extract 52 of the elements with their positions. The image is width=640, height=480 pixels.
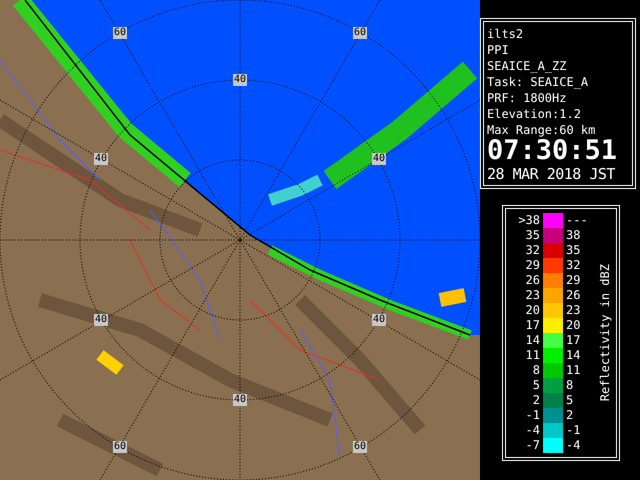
legend-high-value: 8 <box>566 378 574 393</box>
legend-high-value: -4 <box>566 438 582 453</box>
legend-low-value: 5 <box>532 378 540 393</box>
legend-low-value: 20 <box>524 303 540 318</box>
legend-low-value: -1 <box>524 408 540 423</box>
range-label: 60 <box>352 27 368 39</box>
range-label: 60 <box>112 27 128 39</box>
legend-title: Reflectivity in dBZ <box>597 264 613 402</box>
legend-low-value: 11 <box>524 348 540 363</box>
legend-low-value: -4 <box>524 423 540 438</box>
legend-low-value: >38 <box>517 213 540 228</box>
legend-high-value: 35 <box>566 243 582 258</box>
legend-low-value: 23 <box>524 288 540 303</box>
legend-high-value: 26 <box>566 288 582 303</box>
range-label: 40 <box>94 153 108 165</box>
info-text: PPI <box>487 42 510 58</box>
info-text: SEAICE_A_ZZ <box>487 58 568 74</box>
range-label: 40 <box>232 74 248 86</box>
info-text: Task: SEAICE_A <box>487 74 590 90</box>
date-text: 28 MAR 2018 JST <box>487 164 616 184</box>
info-text: Max Range:60 km <box>487 122 596 138</box>
legend-high-value: 23 <box>566 303 582 318</box>
legend-high-value: 29 <box>566 273 582 288</box>
info-text: PRF: 1800Hz <box>487 90 568 106</box>
range-label: 60 <box>352 441 368 453</box>
legend-high-value: 5 <box>566 393 574 408</box>
info-text: ilts2 <box>487 26 524 42</box>
legend-low-value: 17 <box>524 318 540 333</box>
time-text: 07:30:51 <box>487 138 618 164</box>
legend-high-value: 32 <box>566 258 582 273</box>
info-text: Elevation:1.2 <box>487 106 582 122</box>
legend-high-value: 11 <box>566 363 582 378</box>
legend-high-value: 17 <box>566 333 582 348</box>
legend-low-value: 14 <box>524 333 540 348</box>
legend-low-value: -7 <box>524 438 540 453</box>
legend-high-value: 38 <box>566 228 582 243</box>
range-label: 40 <box>372 314 386 326</box>
legend-high-value: -1 <box>566 423 582 438</box>
legend-low-value: 32 <box>524 243 540 258</box>
legend-low-value: 26 <box>524 273 540 288</box>
legend-low-value: 2 <box>532 393 540 408</box>
range-label: 40 <box>372 153 386 165</box>
legend-high-value: 14 <box>566 348 582 363</box>
range-label: 60 <box>112 441 128 453</box>
legend-high-value: 2 <box>566 408 574 423</box>
legend-high-value: --- <box>566 213 589 228</box>
legend-low-value: 8 <box>532 363 540 378</box>
range-label: 40 <box>94 314 108 326</box>
range-label: 40 <box>232 394 248 406</box>
legend-low-value: 35 <box>524 228 540 243</box>
legend-high-value: 20 <box>566 318 582 333</box>
legend-low-value: 29 <box>524 258 540 273</box>
